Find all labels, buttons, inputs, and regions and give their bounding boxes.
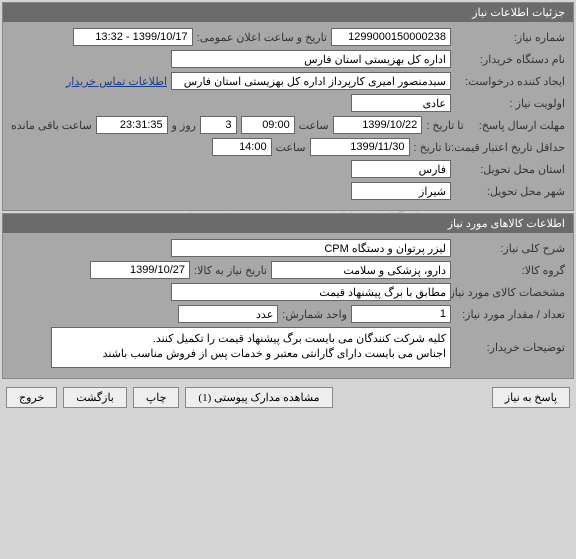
need-info-panel: جزئیات اطلاعات نیاز شماره نیاز: 12990001…	[2, 2, 574, 211]
to-date-label: تا تاریخ :	[426, 119, 463, 132]
city-field: شیراز	[351, 182, 451, 200]
reply-button[interactable]: پاسخ به نیاز	[492, 387, 570, 408]
footer-bar: پاسخ به نیاز مشاهده مدارک پیوستی (1) چاپ…	[0, 381, 576, 414]
qty-field: 1	[351, 305, 451, 323]
goods-date-field: 1399/10/27	[90, 261, 190, 279]
goods-date-label: تاریخ نیاز به کالا:	[194, 264, 267, 277]
remain-time-field: 23:31:35	[96, 116, 168, 134]
goods-info-panel: اطلاعات کالاهای مورد نیاز شرح کلی نیاز: …	[2, 213, 574, 379]
time1-field: 09:00	[241, 116, 295, 134]
to-date2-field: 1399/11/30	[310, 138, 410, 156]
print-button[interactable]: چاپ	[133, 387, 180, 408]
province-field: فارس	[351, 160, 451, 178]
public-date-field: 1399/10/17 - 13:32	[73, 28, 193, 46]
group-field: دارو، پزشکی و سلامت	[271, 261, 451, 279]
buyer-org-field: اداره کل بهزیستی استان فارس	[171, 50, 451, 68]
need-number-field: 1299000150000238	[331, 28, 451, 46]
attachments-button[interactable]: مشاهده مدارک پیوستی (1)	[185, 387, 332, 408]
desc-label: شرح کلی نیاز:	[455, 242, 565, 255]
spec-label: مشخصات کالای مورد نیاز:	[455, 286, 565, 299]
to-date2-label: تا تاریخ :	[414, 141, 451, 154]
priority-field: عادی	[351, 94, 451, 112]
unit-field: عدد	[178, 305, 278, 323]
city-label: شهر محل تحویل:	[455, 185, 565, 198]
buyer-desc-field: کلیه شرکت کنندگان می بایست برگ پیشنهاد ق…	[51, 327, 451, 368]
time-label-1: ساعت	[299, 119, 329, 132]
contact-link[interactable]: اطلاعات تماس خریدار	[66, 75, 167, 88]
days-field: 3	[200, 116, 237, 134]
time2-field: 14:00	[212, 138, 272, 156]
public-date-label: تاریخ و ساعت اعلان عمومی:	[197, 31, 327, 44]
buyer-desc-label: توضیحات خریدار:	[455, 341, 565, 354]
creator-label: ایجاد کننده درخواست:	[455, 75, 565, 88]
qty-label: تعداد / مقدار مورد نیاز:	[455, 308, 565, 321]
panel1-title: جزئیات اطلاعات نیاز	[3, 3, 573, 22]
remain-label: ساعت باقی مانده	[11, 119, 92, 132]
back-button[interactable]: بازگشت	[63, 387, 127, 408]
province-label: استان محل تحویل:	[455, 163, 565, 176]
need-number-label: شماره نیاز:	[455, 31, 565, 44]
spec-field: مطابق با برگ پیشنهاد قیمت	[171, 283, 451, 301]
group-label: گروه کالا:	[455, 264, 565, 277]
exit-button[interactable]: خروج	[6, 387, 57, 408]
desc-field: لیزر پرتوان و دستگاه CPM	[171, 239, 451, 257]
unit-label: واحد شمارش:	[282, 308, 347, 321]
buyer-org-label: نام دستگاه خریدار:	[455, 53, 565, 66]
days-label: روز و	[172, 119, 196, 132]
creator-field: سیدمنصور امیری کارپرداز اداره کل بهزیستی…	[171, 72, 451, 90]
deadline-label: مهلت ارسال پاسخ:	[468, 119, 565, 132]
time-label-2: ساعت	[276, 141, 306, 154]
panel2-title: اطلاعات کالاهای مورد نیاز	[3, 214, 573, 233]
to-date-field: 1399/10/22	[333, 116, 423, 134]
min-validity-label: حداقل تاریخ اعتبار قیمت:	[455, 141, 565, 154]
priority-label: اولویت نیاز :	[455, 97, 565, 110]
